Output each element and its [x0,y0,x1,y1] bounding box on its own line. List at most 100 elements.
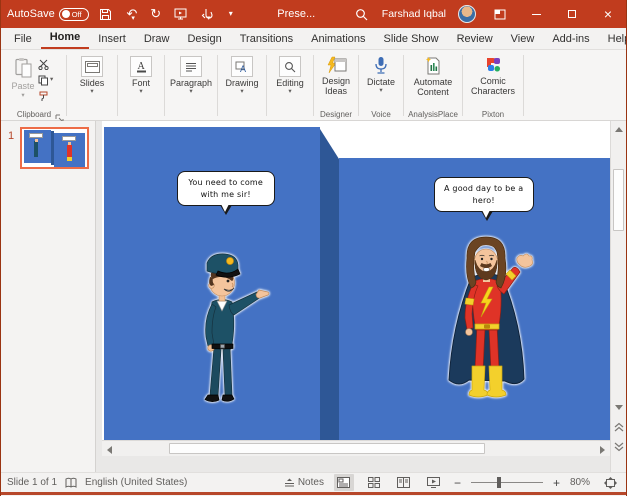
save-button[interactable] [98,6,114,22]
close-button[interactable]: × [596,5,620,23]
drawing-group: A Drawing ▾ [219,53,265,120]
zoom-slider[interactable] [470,477,543,489]
slide-editor: You need to come with me sir! A good day… [95,121,611,472]
tab-insert[interactable]: Insert [89,30,135,49]
editing-button[interactable]: Editing ▾ [270,54,310,107]
clipboard-dialog-launcher[interactable] [55,110,64,123]
maximize-button[interactable] [560,5,584,23]
hscroll-right-arrow[interactable] [600,446,606,454]
hscroll-left-arrow[interactable] [106,446,112,454]
design-ideas-icon [327,56,347,74]
format-painter-button[interactable] [38,90,50,102]
spellcheck-icon[interactable] [65,477,77,489]
previous-slide-button[interactable] [611,419,626,435]
ribbon-display-options-button[interactable] [488,5,512,23]
font-button[interactable]: A Font ▾ [121,54,161,107]
slide-thumbnail[interactable] [20,127,89,169]
dictate-button[interactable]: Dictate ▾ [362,54,400,107]
user-name[interactable]: Farshad Iqbal [382,8,446,20]
slides-label: Slides [79,78,105,88]
tab-slide-show[interactable]: Slide Show [375,30,448,49]
thumb-left-bubble [29,133,43,138]
automate-content-icon [426,57,440,75]
paste-button[interactable]: Paste ▾ [8,54,38,107]
design-ideas-label: Design Ideas [321,76,350,97]
maximize-icon [568,10,576,18]
vertical-scrollbar[interactable] [610,121,626,472]
hscroll-thumb[interactable] [168,443,485,454]
vscroll-down-arrow[interactable] [611,399,626,415]
reading-view-button[interactable] [394,474,414,491]
tab-view[interactable]: View [502,30,544,49]
zoom-in-button[interactable]: + [553,477,560,489]
slide-counter[interactable]: Slide 1 of 1 [7,477,57,488]
dictate-dropdown-icon: ▾ [379,87,383,95]
horizontal-scrollbar[interactable] [101,440,611,456]
slide-sorter-view-button[interactable] [364,474,384,491]
dictate-icon [375,57,387,74]
tab-home[interactable]: Home [40,28,90,49]
speech-bubble-left-text: You need to come with me sir! [188,178,264,199]
drawing-button[interactable]: A Drawing ▾ [221,54,263,107]
slide-number: 1 [8,130,15,142]
tab-transitions[interactable]: Transitions [231,30,302,49]
touch-mode-button[interactable]: ▾ [198,6,214,22]
comic-characters-button[interactable]: Comic Characters [466,54,520,107]
tab-help[interactable]: Help [599,30,626,49]
tab-add-ins[interactable]: Add-ins [543,30,598,49]
minimize-button[interactable] [524,5,548,23]
copy-button[interactable]: ▾ [38,74,53,86]
tab-design[interactable]: Design [178,30,230,49]
tab-file[interactable]: File [5,30,41,49]
speech-bubble-right[interactable]: A good day to be a hero! [433,177,534,222]
font-dropdown-icon: ▾ [139,88,143,96]
slide-sorter-icon [367,477,380,488]
search-button[interactable] [354,6,370,22]
redo-button[interactable]: ↻ [148,6,164,22]
slideshow-view-button[interactable] [424,474,444,491]
group-label-voice: Voice [371,110,391,119]
vscroll-thumb[interactable] [613,169,624,231]
notes-button[interactable]: Notes [284,477,324,488]
paragraph-icon [186,62,196,71]
design-ideas-button[interactable]: Design Ideas [317,54,355,107]
superhero-character[interactable] [438,230,535,412]
fit-to-window-button[interactable] [600,474,620,491]
ribbon-display-options-icon [494,9,506,19]
tab-animations[interactable]: Animations [302,30,374,49]
zoom-slider-thumb[interactable] [496,477,501,489]
start-slideshow-button[interactable] [173,6,189,22]
undo-button[interactable]: ↶ ▾ [123,6,139,22]
font-group: A Font ▾ [119,53,163,120]
font-icon: A [136,61,146,73]
slide-canvas[interactable]: You need to come with me sir! A good day… [101,121,611,456]
slide-thumbnail-panel: 1 [1,121,96,472]
next-slide-button[interactable] [611,439,626,455]
slides-group: Slides ▾ [68,53,116,120]
zoom-level[interactable]: 80% [570,477,590,488]
tab-review[interactable]: Review [448,30,502,49]
tab-draw[interactable]: Draw [135,30,179,49]
notes-label: Notes [297,477,324,488]
normal-view-button[interactable] [333,474,354,491]
slides-icon [84,60,100,73]
notes-icon [284,478,294,486]
speech-bubble-left[interactable]: You need to come with me sir! [176,171,275,216]
vscroll-up-arrow[interactable] [611,121,626,137]
zoom-out-button[interactable]: − [454,477,461,489]
redo-icon: ↻ [150,6,162,21]
autosave-toggle[interactable]: AutoSave Off [7,7,89,21]
cut-button[interactable] [38,58,50,70]
automate-content-button[interactable]: Automate Content [407,54,459,107]
paste-dropdown-icon: ▾ [21,92,25,100]
language-indicator[interactable]: English (United States) [85,477,187,488]
comic-characters-icon [487,58,500,72]
paragraph-button[interactable]: Paragraph ▾ [170,54,212,107]
slides-button[interactable]: Slides ▾ [71,54,113,107]
font-label: Font [131,78,150,88]
avatar[interactable] [458,5,476,23]
group-label-pixton: Pixton [481,110,505,119]
qat-customize-button[interactable]: ▾ [223,6,239,22]
editing-dropdown-icon: ▾ [288,88,292,96]
policeman-character[interactable] [171,247,271,407]
